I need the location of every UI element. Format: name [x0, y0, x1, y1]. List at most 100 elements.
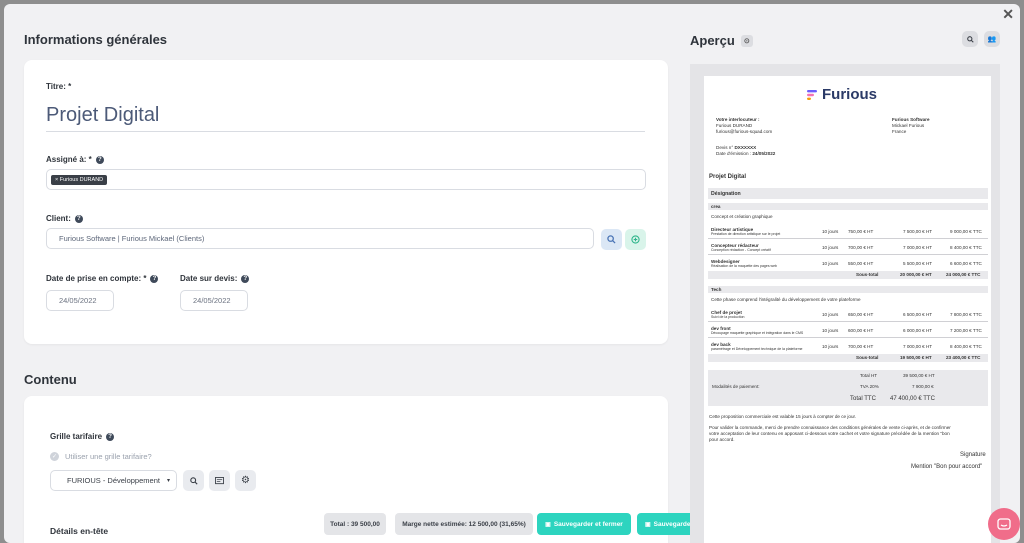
close-icon[interactable]: ✕	[1002, 6, 1014, 23]
save-icon: ▣	[644, 521, 651, 528]
brand-logo: Furious	[806, 86, 877, 103]
total-ttc-value: 47 400,00 € TTC	[890, 396, 935, 402]
tva-value: 7 900,00 €	[912, 384, 934, 389]
client-input[interactable]: Furious Software | Furious Mickael (Clie…	[46, 228, 594, 249]
line-qty: 10 jours	[822, 229, 839, 234]
line-ht: 7 000,00 € HT	[903, 245, 933, 250]
help-icon[interactable]: ?	[150, 274, 159, 283]
line-ttc: 7 200,00 € TTC	[950, 328, 982, 333]
grille-select[interactable]: FURIOUS - Développement ▾	[50, 470, 177, 491]
client-add-button[interactable]	[625, 229, 646, 250]
row-divider	[708, 321, 988, 322]
group-name: crea	[711, 204, 721, 209]
help-icon[interactable]: ?	[241, 274, 250, 283]
total-pill: Total : 39 500,00	[324, 513, 386, 535]
line-qty: 10 jours	[822, 344, 839, 349]
date-prise-label: Date de prise en compte: *?	[46, 274, 159, 283]
save-close-button[interactable]: ▣ Sauvegarder et fermer	[537, 513, 631, 535]
assigne-label: Assigné à: *?	[46, 155, 104, 164]
terms-line-2: votre acceptation de leur contenu en app…	[709, 431, 950, 436]
search-icon	[607, 235, 616, 244]
details-header-title: Détails en-tête	[50, 526, 109, 536]
terms-line-3: pour accord.	[709, 437, 735, 442]
assigne-input[interactable]: × Furious DURAND	[46, 169, 646, 190]
tva-label: TVA 20%	[860, 384, 879, 389]
chat-icon	[997, 517, 1011, 530]
use-grille-option[interactable]: ✓ Utiliser une grille tarifaire?	[50, 452, 152, 461]
line-sub: Conception rédaction - Concept créatif	[711, 248, 771, 252]
designation-header: Désignation	[711, 191, 741, 197]
help-icon[interactable]: ?	[74, 214, 83, 223]
save-close-label: Sauvegarder et fermer	[553, 520, 623, 528]
grille-list-button[interactable]	[209, 470, 230, 491]
line-qty: 10 jours	[822, 261, 839, 266]
quote-editor-modal: ✕ Informations générales Titre: * Projet…	[4, 4, 1020, 543]
chevron-down-icon: ▾	[166, 478, 170, 484]
titre-label: Titre: *	[46, 82, 72, 91]
refresh-icon[interactable]: ⊙	[740, 34, 753, 47]
list-icon	[215, 476, 224, 484]
line-unit: 700,00 € HT	[848, 344, 874, 349]
signature-label: Signature	[960, 452, 986, 458]
line-unit: 750,00 € HT	[848, 229, 874, 234]
line-unit: 550,00 € HT	[848, 261, 874, 266]
validity-text: Cette proposition commerciale est valabl…	[709, 414, 857, 419]
help-icon[interactable]: ?	[95, 155, 104, 164]
grille-search-button[interactable]	[183, 470, 204, 491]
designation-header-bg	[708, 188, 988, 199]
search-icon	[189, 476, 198, 485]
use-grille-label: Utiliser une grille tarifaire?	[65, 452, 152, 461]
interlocuteur-email: furious@furious-squad.com	[716, 129, 773, 134]
interlocuteur-label: Votre interlocuteur :	[716, 117, 760, 122]
line-ttc: 9 000,00 € TTC	[950, 229, 982, 234]
check-icon[interactable]: ✓	[50, 452, 59, 461]
date-devis-input[interactable]: 24/05/2022	[180, 290, 248, 311]
group-name: Tech	[711, 287, 722, 292]
group-desc: Concept et création graphique	[711, 214, 773, 219]
titre-underline	[46, 131, 645, 132]
preview-zoom-button[interactable]	[962, 31, 978, 47]
preview-users-button[interactable]: 👥	[984, 31, 1000, 47]
line-sub: Prestation de direction artistique sur l…	[711, 232, 781, 236]
marge-pill: Marge nette estimée: 12 500,00 (31,65%)	[395, 513, 533, 535]
devis-number-line: Devis n° DXXXXXX	[716, 145, 757, 150]
preview-title-text: Aperçu	[690, 33, 735, 48]
company-contact: Mickael Furious	[892, 123, 925, 128]
group-row-bg	[708, 286, 988, 293]
gear-icon: ⚙	[241, 475, 250, 486]
date-prise-input[interactable]: 24/05/2022	[46, 290, 114, 311]
line-qty: 10 jours	[822, 328, 839, 333]
line-sub: Découpage maquette graphique et intégrat…	[711, 331, 804, 335]
assignee-tag[interactable]: × Furious DURAND	[51, 174, 108, 185]
terms-line-1: Pour valider la commande, merci de prend…	[709, 425, 951, 430]
users-icon: 👥	[987, 36, 997, 43]
group-row-bg	[708, 203, 988, 210]
grille-settings-button[interactable]: ⚙	[235, 470, 256, 491]
line-unit: 650,00 € HT	[848, 312, 874, 317]
total-ttc-label: Total TTC	[850, 396, 876, 402]
modalites-label: Modalités de paiement:	[712, 384, 760, 389]
line-unit: 700,00 € HT	[848, 245, 874, 250]
line-ttc: 8 400,00 € TTC	[950, 344, 982, 349]
client-search-button[interactable]	[601, 229, 622, 250]
titre-input[interactable]: Projet Digital	[46, 104, 159, 127]
subtotal-label: Sous-total	[856, 355, 879, 360]
chat-button[interactable]	[988, 508, 1020, 540]
row-divider	[708, 337, 988, 338]
line-sub: Suivi de la production	[711, 315, 745, 319]
help-icon[interactable]: ?	[106, 432, 115, 441]
line-sub: paramétrage et Développement technique d…	[711, 347, 803, 351]
save-label: Sauvegarder	[653, 520, 694, 528]
company-name: Furious Software	[892, 117, 930, 122]
client-label: Client:?	[46, 214, 83, 223]
row-divider	[708, 238, 988, 239]
row-divider	[708, 254, 988, 255]
line-ttc: 8 400,00 € TTC	[950, 245, 982, 250]
total-ht-value: 39 500,00 € HT	[903, 373, 935, 378]
section-title-general: Informations générales	[24, 32, 168, 47]
subtotal-label: Sous-total	[856, 272, 879, 277]
interlocuteur-name: Furious DURAND	[716, 123, 753, 128]
grille-label: Grille tarifaire?	[50, 432, 115, 441]
line-qty: 10 jours	[822, 245, 839, 250]
brand-name: Furious	[822, 86, 877, 103]
